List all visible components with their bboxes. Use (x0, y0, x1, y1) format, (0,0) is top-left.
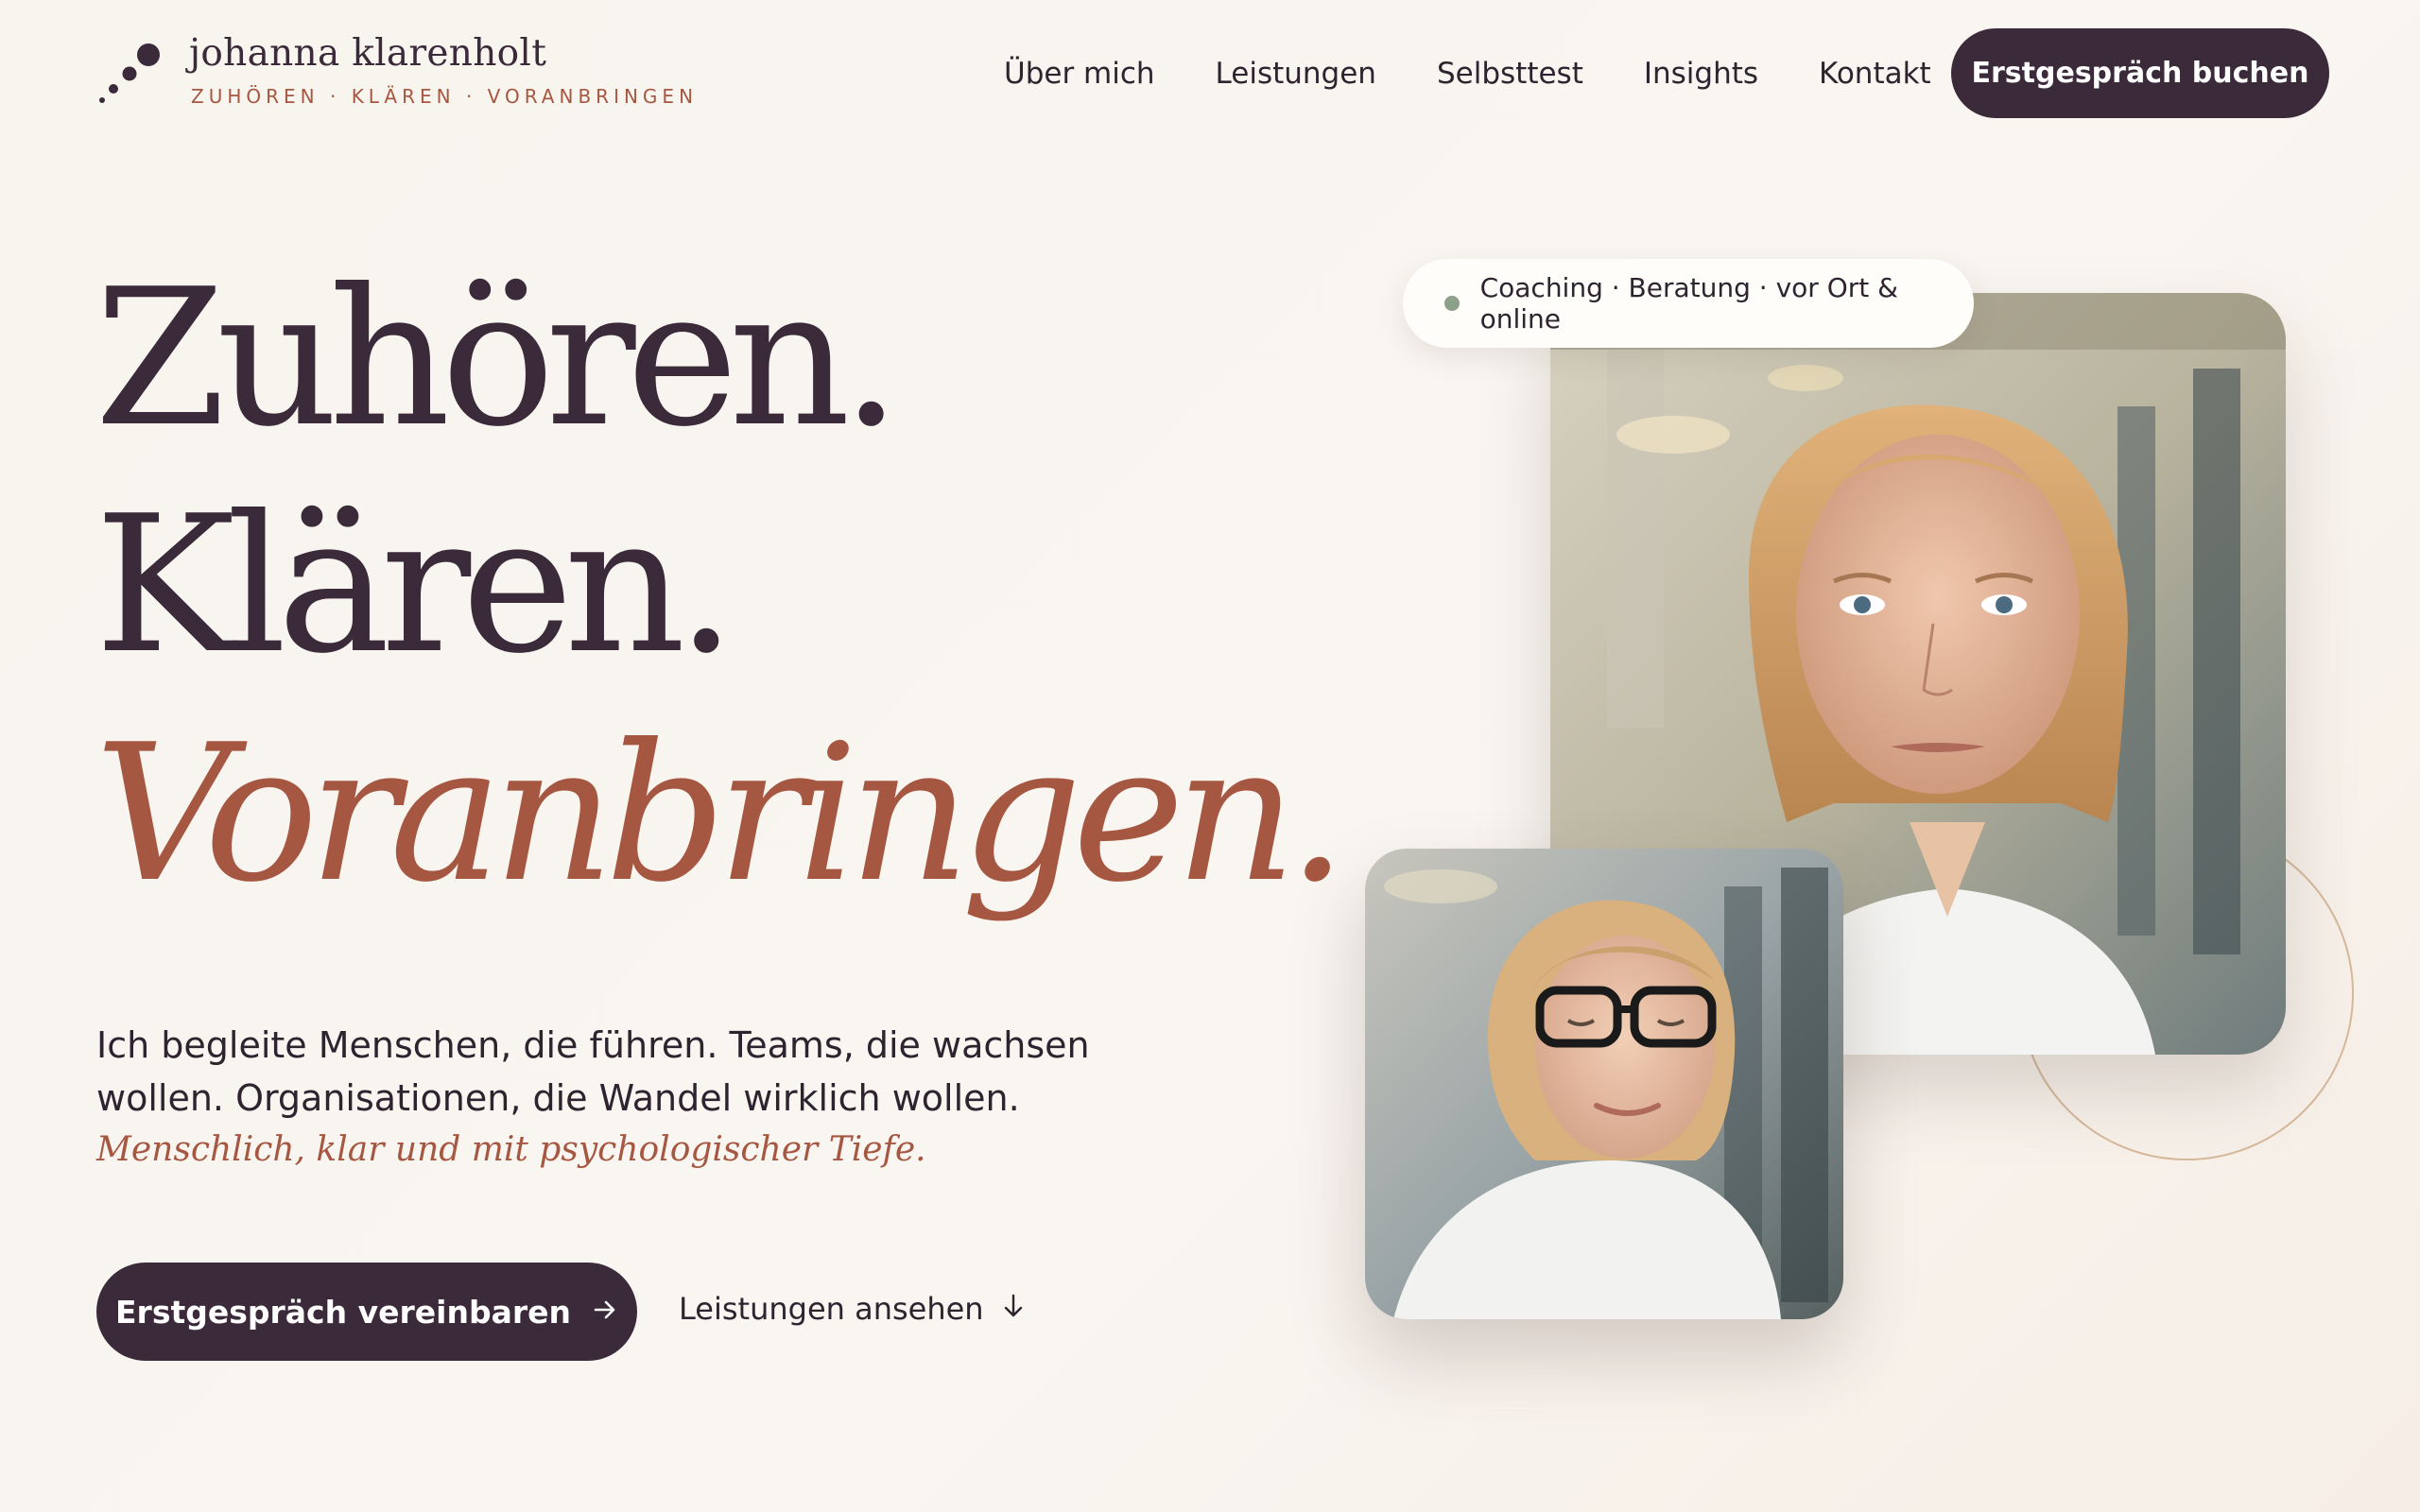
services-badge: Coaching · Beratung · vor Ort & online (1403, 259, 1974, 348)
headline-line-1: Zuhören. (95, 249, 901, 469)
schedule-consultation-button[interactable]: Erstgespräch vereinbaren (96, 1263, 637, 1361)
brand-name[interactable]: johanna klarenholt (189, 32, 546, 75)
view-services-link[interactable]: Leistungen ansehen (679, 1291, 1026, 1327)
headline-line-3: Voranbringen. (95, 704, 1347, 924)
lead-text: Ich begleite Menschen, die führen. Teams… (96, 1024, 1090, 1119)
main-nav: Über mich Leistungen Selbsttest Insights… (1004, 57, 1992, 91)
nav-item-selbsttest[interactable]: Selbsttest (1437, 57, 1583, 91)
view-services-label: Leistungen ansehen (679, 1291, 984, 1327)
nav-item-kontakt[interactable]: Kontakt (1819, 57, 1931, 91)
portrait-photo-secondary (1365, 849, 1843, 1319)
schedule-consultation-label: Erstgespräch vereinbaren (115, 1293, 571, 1331)
services-badge-text: Coaching · Beratung · vor Ort & online (1479, 272, 1898, 335)
logo-icon[interactable] (96, 38, 164, 106)
nav-item-leistungen[interactable]: Leistungen (1216, 57, 1376, 91)
headline-line-2: Klären. (95, 475, 736, 696)
brand-tagline: ZUHÖREN · KLÄREN · VORANBRINGEN (191, 85, 699, 108)
book-consultation-button[interactable]: Erstgespräch buchen (1951, 28, 2329, 118)
arrow-down-icon (1001, 1291, 1026, 1327)
lead-accent-text: Menschlich, klar und mit psychologischer… (96, 1130, 926, 1169)
status-dot-icon (1444, 296, 1460, 311)
nav-item-ueber-mich[interactable]: Über mich (1004, 57, 1155, 91)
arrow-right-icon (592, 1294, 618, 1331)
nav-item-insights[interactable]: Insights (1644, 57, 1758, 91)
